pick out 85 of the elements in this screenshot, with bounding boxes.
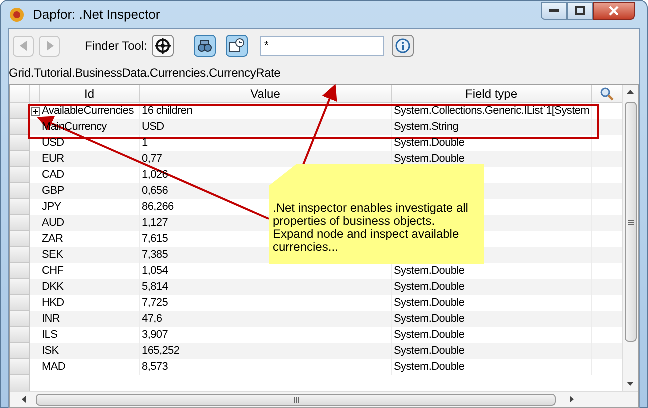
back-icon — [20, 41, 28, 51]
search-icon — [600, 86, 614, 100]
field-type-cell: System.Double — [394, 265, 465, 277]
finder-tool-label: Finder Tool: — [85, 38, 148, 55]
value-cell: 8,573 — [142, 361, 168, 373]
forward-button[interactable] — [39, 36, 60, 56]
id-cell: MAD — [42, 361, 66, 373]
minimize-button[interactable] — [541, 2, 567, 20]
id-cell: EUR — [42, 153, 64, 165]
field-type-cell: System.Double — [394, 153, 465, 165]
id-cell: CHF — [42, 265, 64, 277]
row-header[interactable] — [10, 103, 30, 119]
scroll-left-icon — [22, 396, 26, 403]
id-cell: USD — [42, 137, 64, 149]
value-cell: 5,814 — [142, 281, 168, 293]
id-cell: SEK — [42, 249, 64, 261]
field-type-cell: System.Double — [394, 137, 465, 149]
expand-icon[interactable] — [30, 106, 40, 116]
forward-icon — [46, 41, 54, 51]
value-cell: 0,656 — [142, 185, 168, 197]
value-cell: 47,6 — [142, 313, 162, 325]
scroll-up-icon — [627, 90, 634, 94]
binoculars-button[interactable] — [194, 35, 216, 57]
id-cell: HKD — [42, 297, 64, 309]
value-cell: 1,054 — [142, 265, 168, 277]
maximize-button[interactable] — [567, 2, 593, 20]
id-cell: ILS — [42, 329, 58, 341]
value-cell: 7,385 — [142, 249, 168, 261]
scroll-thumb[interactable] — [624, 102, 636, 342]
field-type-cell: System.Double — [394, 329, 465, 341]
id-cell: AvailableCurrencies — [42, 105, 134, 117]
id-cell: DKK — [42, 281, 64, 293]
clock-window-button[interactable] — [226, 35, 248, 57]
value-cell: 165,252 — [142, 345, 180, 357]
scroll-down-icon — [627, 382, 634, 386]
value-cell: 3,907 — [142, 329, 168, 341]
value-cell: 7,615 — [142, 233, 168, 245]
window-clock-icon — [229, 38, 246, 54]
value-cell: 1,026 — [142, 169, 168, 181]
value-cell: 1,127 — [142, 217, 168, 229]
maximize-icon — [575, 6, 585, 15]
scroll-thumb[interactable] — [36, 394, 556, 406]
id-cell: GBP — [42, 185, 64, 197]
value-cell: 86,266 — [142, 201, 174, 213]
grip-icon — [294, 396, 298, 402]
id-cell: JPY — [42, 201, 62, 213]
field-type-cell: System.Double — [394, 313, 465, 325]
back-button[interactable] — [13, 36, 34, 56]
close-icon — [609, 6, 619, 16]
id-cell: INR — [42, 313, 60, 325]
app-icon — [9, 6, 25, 22]
id-cell: ISK — [42, 345, 59, 357]
value-cell: USD — [142, 121, 164, 133]
id-cell: ZAR — [42, 233, 64, 245]
value-cell: 0,77 — [142, 153, 162, 165]
field-type-cell: System.Double — [394, 361, 465, 373]
value-cell: 16 children — [142, 105, 193, 117]
minimize-icon — [549, 8, 559, 12]
scroll-right-icon — [570, 396, 574, 403]
grip-icon — [628, 220, 634, 224]
finder-tool-button[interactable] — [152, 35, 174, 57]
field-type-cell: System.Collections.Generic.IList`1[System — [394, 105, 590, 117]
column-header[interactable]: Field type — [392, 85, 592, 102]
value-cell: 1 — [142, 137, 148, 149]
horizontal-scrollbar[interactable] — [10, 391, 638, 407]
info-button[interactable] — [392, 35, 414, 57]
column-header[interactable]: Id — [40, 85, 140, 102]
column-header[interactable]: Value — [140, 85, 392, 102]
crosshair-icon — [155, 38, 172, 54]
field-type-cell: System.Double — [394, 297, 465, 309]
close-button[interactable] — [593, 2, 635, 20]
field-type-cell: System.String — [394, 121, 459, 133]
window-title: Dapfor: .Net Inspector — [33, 6, 160, 24]
search-field[interactable]: * — [260, 36, 384, 56]
callout-text: .Net inspector enables investigate all properties of business objects. Expand node and inspect available currencies... — [273, 202, 470, 254]
value-cell: 7,725 — [142, 297, 168, 309]
field-type-cell: System.Double — [394, 281, 465, 293]
object-path: Grid.Tutorial.BusinessData.Currencies.CurrencyRate — [9, 65, 281, 82]
vertical-scrollbar[interactable] — [622, 85, 638, 391]
binoculars-icon — [197, 38, 214, 54]
field-type-cell: System.Double — [394, 345, 465, 357]
id-cell: CAD — [42, 169, 64, 181]
info-icon — [395, 38, 412, 54]
id-cell: AUD — [42, 217, 64, 229]
row-header[interactable] — [10, 135, 30, 151]
